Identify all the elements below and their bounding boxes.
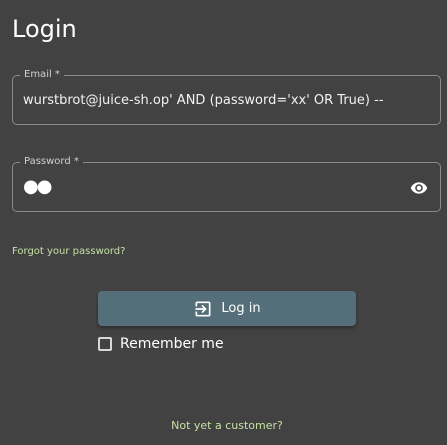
password-input[interactable]: ●● [23, 176, 52, 198]
eye-icon[interactable] [410, 179, 428, 197]
eye-icon-svg [410, 182, 428, 194]
email-label: Email * [20, 69, 64, 81]
password-label: Password * [20, 156, 83, 168]
login-button[interactable]: Log in [98, 291, 356, 326]
login-icon [193, 299, 213, 319]
forgot-password-link[interactable]: Forgot your password? [12, 245, 125, 258]
page-title: Login [12, 15, 77, 43]
password-field[interactable]: Password * ●● [12, 156, 441, 212]
email-input[interactable]: wurstbrot@juice-sh.op' AND (password='xx… [23, 93, 423, 109]
checkbox-icon[interactable] [98, 337, 112, 351]
email-field[interactable]: Email * wurstbrot@juice-sh.op' AND (pass… [12, 69, 441, 125]
register-link[interactable]: Not yet a customer? [0, 419, 447, 433]
remember-me-checkbox[interactable]: Remember me [98, 334, 224, 354]
login-button-label: Log in [221, 301, 261, 316]
remember-me-label: Remember me [120, 336, 224, 352]
login-page: Login Email * wurstbrot@juice-sh.op' AND… [0, 0, 447, 445]
